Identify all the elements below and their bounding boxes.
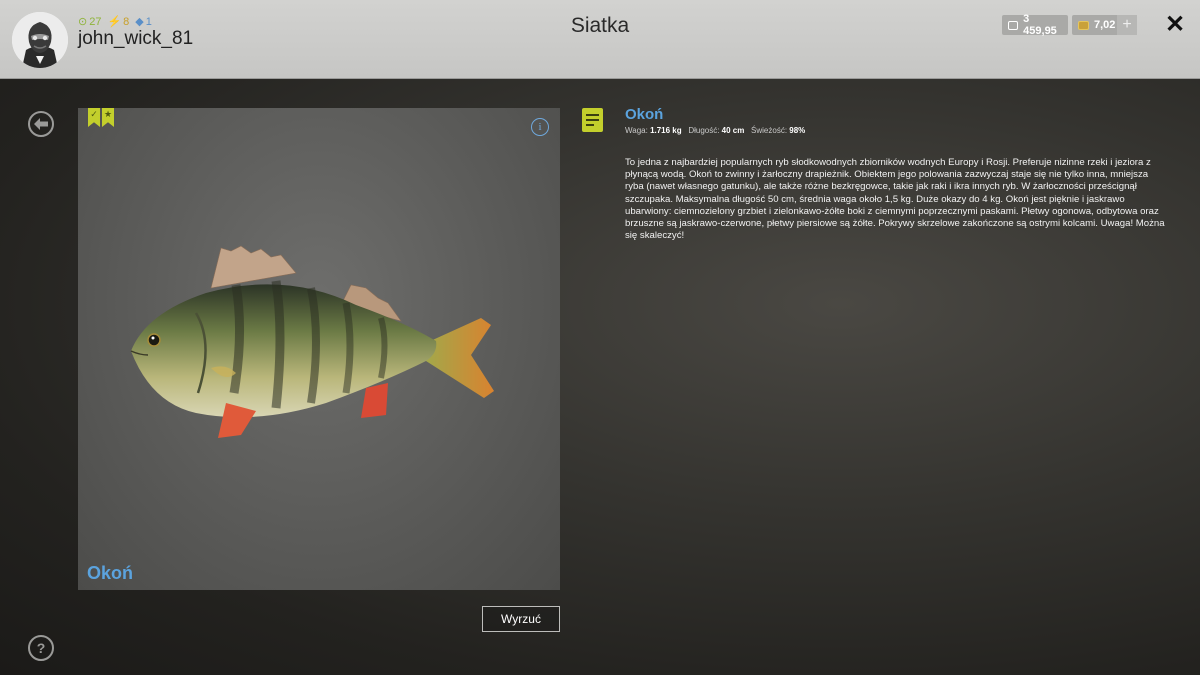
gold-amount: 7,02 [1094, 19, 1116, 31]
discard-button[interactable]: Wyrzuć [482, 606, 560, 632]
star-badge-icon: ★ [102, 108, 114, 127]
fish-card: ✓ ★ i Okoń [78, 108, 560, 590]
silver-coin-icon [1008, 20, 1019, 30]
silver-currency: 3 459,95 [1002, 13, 1068, 37]
weight-value: 1.716 kg [650, 126, 682, 135]
fish-image [130, 245, 494, 438]
back-arrow-glyph [34, 118, 48, 130]
check-badge-icon: ✓ [88, 108, 100, 127]
freshness-label: Świeżość: [751, 126, 788, 135]
info-icon[interactable]: i [531, 118, 549, 136]
help-icon[interactable]: ? [28, 635, 54, 661]
document-icon [582, 108, 603, 132]
length-label: Długość: [688, 126, 720, 135]
top-bar: ⊙ 27 ⚡ 8 ◆ 1 john_wick_81 Siatka 3 459,9… [0, 0, 1200, 79]
fish-stats: Waga: 1.716 kg Długość: 40 cm Świeżość: … [625, 126, 805, 135]
length-value: 40 cm [721, 126, 745, 135]
fish-name: Okoń [87, 563, 134, 583]
fish-description: To jedna z najbardziej popularnych ryb s… [625, 157, 1165, 242]
add-currency-button[interactable]: + [1117, 15, 1137, 35]
close-icon[interactable]: ✕ [1164, 13, 1186, 37]
back-arrow-icon[interactable] [28, 111, 54, 137]
gold-coin-icon [1078, 20, 1089, 30]
silver-amount: 3 459,95 [1023, 13, 1057, 37]
freshness-value: 98% [789, 126, 806, 135]
weight-label: Waga: [625, 126, 648, 135]
detail-fish-name: Okoń [625, 106, 664, 123]
badges: ✓ ★ [88, 108, 114, 127]
